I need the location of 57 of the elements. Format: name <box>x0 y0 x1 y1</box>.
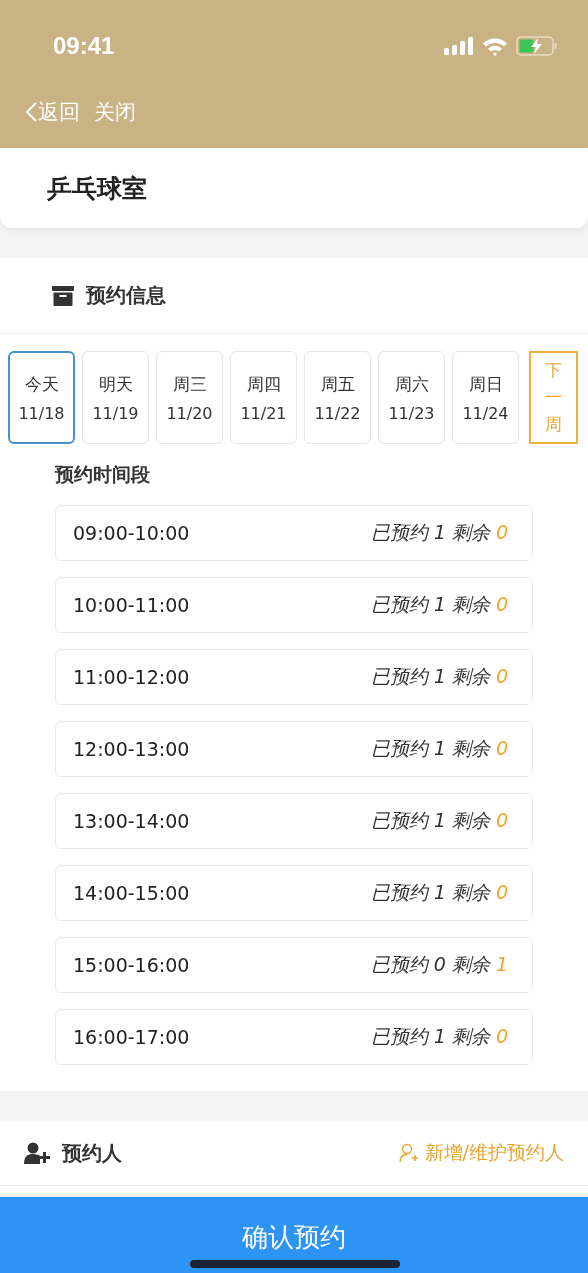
day-label: 周日 <box>468 372 503 396</box>
day-tab[interactable]: 周五 11/22 <box>304 351 371 444</box>
archive-box-icon <box>52 285 74 306</box>
time-slot[interactable]: 10:00-11:00 已预约 1 剩余 0 <box>55 577 533 633</box>
wifi-icon <box>482 36 508 56</box>
slot-time: 13:00-14:00 <box>73 810 190 832</box>
section-title: 预约信息 <box>86 282 166 309</box>
slot-availability: 已预约 1 剩余 0 <box>370 808 508 833</box>
time-slot[interactable]: 14:00-15:00 已预约 1 剩余 0 <box>55 865 533 921</box>
day-date: 11/20 <box>166 403 213 423</box>
slot-time: 09:00-10:00 <box>73 522 190 544</box>
day-tab[interactable]: 周日 11/24 <box>452 351 519 444</box>
slot-availability: 已预约 1 剩余 0 <box>370 1024 508 1049</box>
slot-time: 12:00-13:00 <box>73 738 190 760</box>
day-date: 11/22 <box>314 403 361 423</box>
day-label: 明天 <box>98 372 133 396</box>
slot-availability: 已预约 1 剩余 0 <box>370 880 508 905</box>
slot-time: 15:00-16:00 <box>73 954 190 976</box>
slot-availability: 已预约 1 剩余 0 <box>370 736 508 761</box>
day-tab[interactable]: 周六 11/23 <box>378 351 445 444</box>
user-plus-icon <box>24 1142 50 1164</box>
day-label: 周四 <box>246 372 281 396</box>
slot-availability: 已预约 1 剩余 0 <box>370 664 508 689</box>
battery-charging-icon <box>516 36 558 56</box>
day-label: 今天 <box>24 372 59 396</box>
slot-availability: 已预约 1 剩余 0 <box>370 592 508 617</box>
time-slot[interactable]: 16:00-17:00 已预约 1 剩余 0 <box>55 1009 533 1065</box>
signal-icon <box>444 37 474 55</box>
day-date: 11/23 <box>388 403 435 423</box>
time-slot[interactable]: 13:00-14:00 已预约 1 剩余 0 <box>55 793 533 849</box>
day-tab[interactable]: 今天 11/18 <box>8 351 75 444</box>
slot-availability: 已预约 1 剩余 0 <box>370 520 508 545</box>
venue-title: 乒乓球室 <box>47 172 147 205</box>
day-date: 11/18 <box>18 403 65 423</box>
time-slot[interactable]: 12:00-13:00 已预约 1 剩余 0 <box>55 721 533 777</box>
status-time: 09:41 <box>53 32 115 60</box>
day-tab[interactable]: 周三 11/20 <box>156 351 223 444</box>
day-tab[interactable]: 明天 11/19 <box>82 351 149 444</box>
user-plus-icon <box>398 1143 419 1163</box>
day-label: 周五 <box>320 372 355 396</box>
slot-time: 10:00-11:00 <box>73 594 190 616</box>
day-label: 周三 <box>172 372 207 396</box>
slot-availability: 已预约 0 剩余 1 <box>370 952 508 977</box>
time-slot[interactable]: 11:00-12:00 已预约 1 剩余 0 <box>55 649 533 705</box>
day-date: 11/19 <box>92 403 139 423</box>
booker-title: 预约人 <box>62 1139 122 1167</box>
slots-title: 预约时间段 <box>53 462 151 487</box>
slot-time: 16:00-17:00 <box>73 1026 190 1048</box>
day-tab[interactable]: 周四 11/21 <box>230 351 297 444</box>
slot-time: 14:00-15:00 <box>73 882 190 904</box>
time-slot[interactable]: 15:00-16:00 已预约 0 剩余 1 <box>55 937 533 993</box>
day-date: 11/21 <box>240 403 287 423</box>
day-label: 周六 <box>394 372 429 396</box>
day-date: 11/24 <box>462 403 509 423</box>
back-chevron-icon <box>24 101 38 123</box>
time-slot[interactable]: 09:00-10:00 已预约 1 剩余 0 <box>55 505 533 561</box>
slot-time: 11:00-12:00 <box>73 666 190 688</box>
